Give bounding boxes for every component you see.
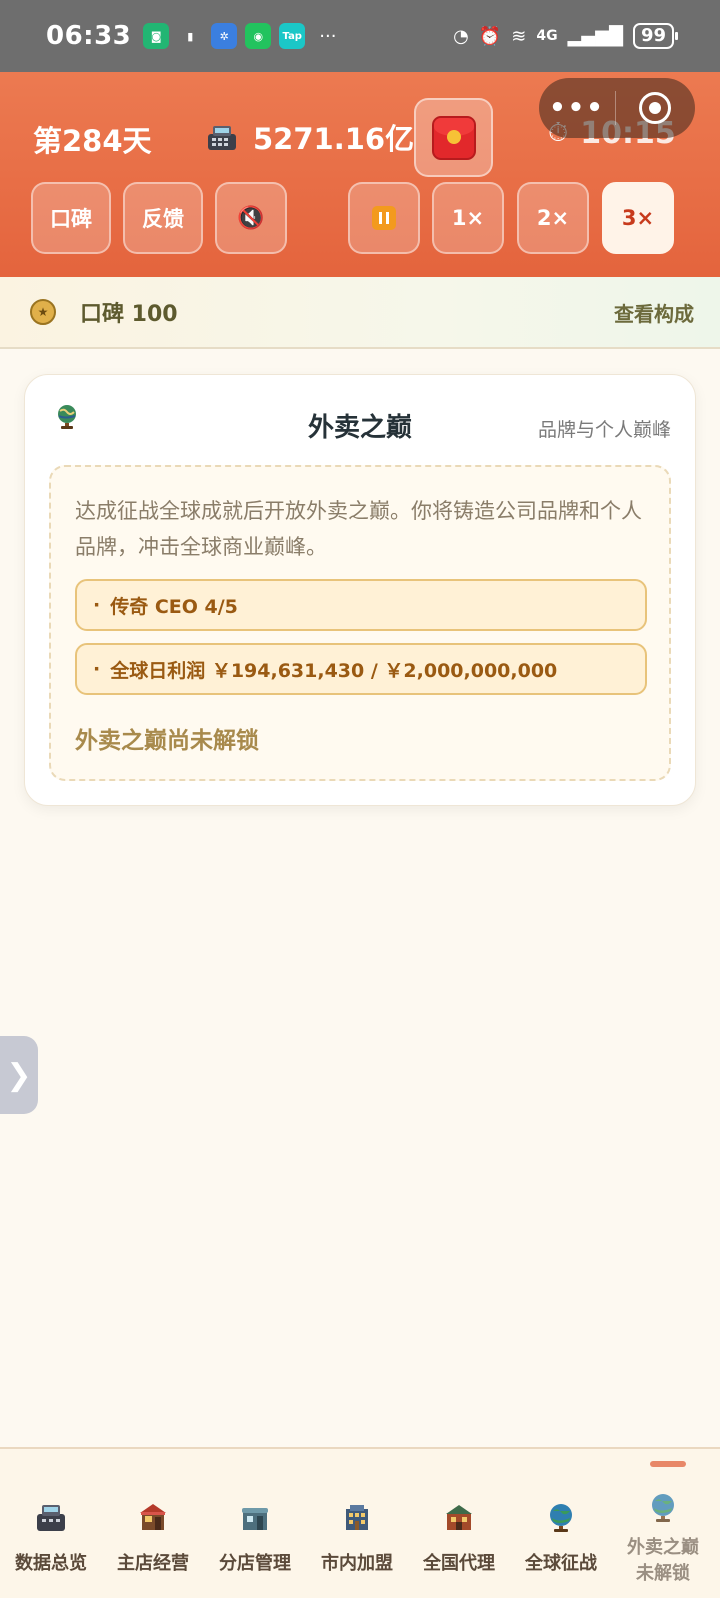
side-drawer-handle[interactable]: ❯: [0, 1036, 38, 1114]
game-header: 第284天 5271.16亿 ⏱ 10:15 ••• 口碑 反馈 🔇: [0, 72, 720, 277]
speed-3x-button[interactable]: 3×: [602, 182, 674, 254]
close-miniprogram-button[interactable]: [616, 92, 694, 124]
tab-branch-management[interactable]: 分店管理: [204, 1449, 306, 1598]
requirement-text: 全球日利润 ￥194,631,430 / ￥2,000,000,000: [110, 659, 558, 682]
tab-label-line1: 外卖之巅: [627, 1537, 699, 1558]
money-display: 5271.16亿: [205, 116, 414, 158]
tab-label: 主店经营: [117, 1553, 189, 1574]
money-amount: 5271.16亿: [253, 122, 415, 156]
tab-city-franchise[interactable]: 市内加盟: [306, 1449, 408, 1598]
red-packet-icon: [431, 115, 476, 160]
battery-saver-icon: ▮: [187, 29, 194, 43]
requirement-item: · 传奇 CEO 4/5: [75, 579, 647, 631]
requirement-text: 传奇 CEO 4/5: [110, 595, 238, 618]
miniprogram-capsule: •••: [539, 78, 695, 138]
mute-button[interactable]: 🔇: [215, 182, 287, 254]
feedback-button[interactable]: 反馈: [123, 182, 203, 254]
tplink-icon: ✲: [211, 23, 238, 49]
signal-icon: ▂▄▆█: [567, 25, 623, 47]
view-composition-link[interactable]: 查看构成: [614, 298, 694, 327]
more-options-button[interactable]: •••: [539, 93, 615, 123]
reputation-score: 口碑 100: [80, 302, 178, 327]
locked-status: 外卖之巅尚未解锁: [75, 728, 259, 754]
card-description: 达成征战全球成就后开放外卖之巅。你将铸造公司品牌和个人品牌，冲击全球商业巅峰。: [75, 499, 642, 559]
tab-label: 全球征战: [525, 1553, 597, 1574]
tab-global-conquest[interactable]: 全球征战: [510, 1449, 612, 1598]
summit-card: 外卖之巅 品牌与个人巅峰 达成征战全球成就后开放外卖之巅。你将铸造公司品牌和个人…: [24, 374, 696, 806]
tab-label: 全国代理: [423, 1553, 495, 1574]
card-subtitle: 品牌与个人巅峰: [537, 419, 671, 441]
unlock-requirements-panel: 达成征战全球成就后开放外卖之巅。你将铸造公司品牌和个人品牌，冲击全球商业巅峰。 …: [49, 465, 671, 781]
speed-1x-button[interactable]: 1×: [432, 182, 504, 254]
tap-icon: Tap: [279, 23, 306, 49]
tab-delivery-summit[interactable]: 外卖之巅 未解锁: [612, 1449, 714, 1598]
bullet: ·: [93, 658, 101, 680]
speed-2x-button[interactable]: 2×: [517, 182, 589, 254]
day-counter: 第284天: [33, 124, 152, 158]
reputation-bar: ★ 口碑 100 查看构成: [0, 277, 720, 349]
pause-icon: [372, 206, 396, 230]
status-right: ◔ ⏰ ≋ 4G ▂▄▆█ 99: [453, 23, 679, 49]
bullet: ·: [93, 594, 101, 616]
target-icon: [639, 92, 671, 124]
battery-indicator: 99: [632, 23, 679, 49]
cash-register-icon: [37, 1505, 65, 1531]
status-more: ···: [319, 25, 337, 47]
national-agency-icon: [446, 1505, 472, 1530]
tab-label: 数据总览: [15, 1553, 87, 1574]
medal-icon: ★: [30, 299, 56, 325]
reputation-button[interactable]: 口碑: [31, 182, 111, 254]
status-app-icons: ◙ ▮ ✲ ◉ Tap ···: [143, 23, 336, 49]
tab-label: 分店管理: [219, 1553, 291, 1574]
alarm-icon: ⏰: [478, 25, 502, 47]
tab-label-line2: 未解锁: [636, 1563, 690, 1584]
speaker-muted-icon: 🔇: [237, 205, 265, 231]
tab-national-agency[interactable]: 全国代理: [408, 1449, 510, 1598]
tab-main-store[interactable]: 主店经营: [102, 1449, 204, 1598]
requirement-item: · 全球日利润 ￥194,631,430 / ￥2,000,000,000: [75, 643, 647, 695]
wechat-icon: ◉: [245, 23, 272, 49]
red-packet-button[interactable]: [414, 98, 493, 177]
tab-label: 外卖之巅 未解锁: [612, 1535, 714, 1587]
network-type: 4G: [536, 28, 558, 44]
speedometer-icon: ◔: [453, 25, 469, 47]
city-franchise-icon: [346, 1505, 368, 1530]
status-time: 06:33: [46, 21, 132, 51]
status-bar: 06:33 ◙ ▮ ✲ ◉ Tap ··· ◔ ⏰ ≋ 4G ▂▄▆█ 99: [0, 0, 720, 72]
shop-icon: [140, 1504, 166, 1530]
tab-label: 市内加盟: [321, 1553, 393, 1574]
mi-icon: ◙: [143, 23, 170, 49]
bottom-navigation: 数据总览 主店经营 分店管理 市内加盟 全国代理 全球征战 外卖之巅 未解锁: [0, 1447, 720, 1598]
wifi-icon: ≋: [511, 25, 527, 47]
globe-icon: [550, 1504, 572, 1532]
cash-register-icon: [208, 126, 236, 150]
globe-icon: [652, 1494, 674, 1522]
pause-button[interactable]: [348, 182, 420, 254]
tab-data-overview[interactable]: 数据总览: [0, 1449, 102, 1598]
branch-store-icon: [242, 1508, 268, 1530]
